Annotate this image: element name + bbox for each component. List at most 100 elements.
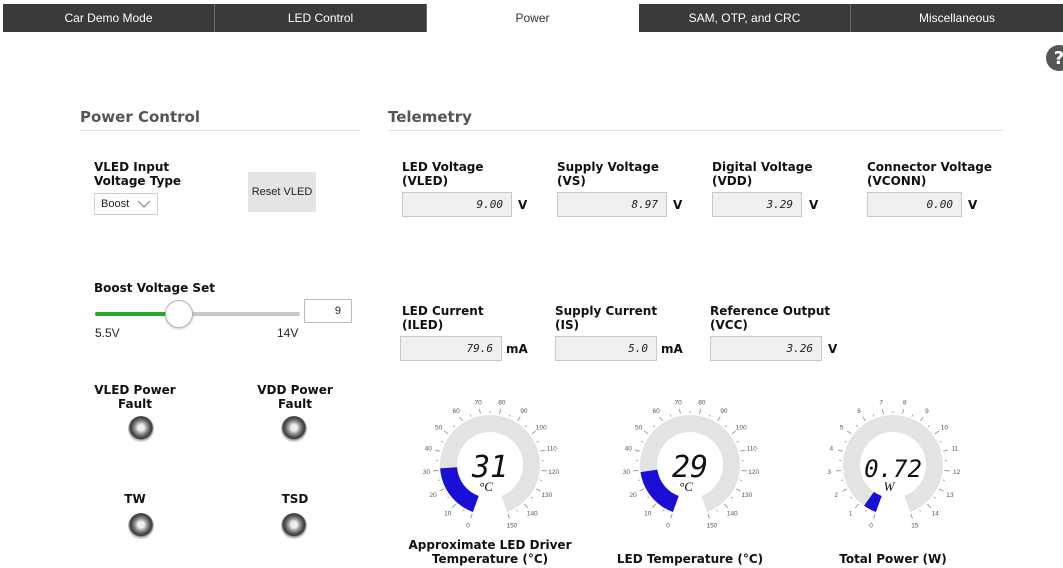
gauge-tick [847, 430, 852, 435]
tab-led-control[interactable]: LED Control [215, 4, 427, 32]
connector-voltage-readout: 0.00 [867, 192, 962, 217]
led-voltage-readout: 9.00 [402, 192, 512, 217]
supply-voltage-unit: V [673, 198, 683, 212]
gauge-tick [524, 503, 528, 509]
boost-max-label: 14V [277, 326, 299, 340]
tab-miscellaneous[interactable]: Miscellaneous [851, 4, 1063, 32]
telemetry-title: Telemetry [388, 108, 472, 126]
gauge-tick [716, 509, 718, 512]
gauge-tick-label: 20 [430, 492, 438, 499]
gauge-tick [927, 503, 931, 509]
gauge-tick [539, 479, 542, 481]
gauge-tick-label: 0 [466, 523, 470, 530]
voltage-type-value: Boost [101, 198, 130, 210]
gauge-tick-label: 100 [736, 424, 747, 431]
gauge-tick [633, 470, 639, 472]
gauge-tick [653, 425, 656, 428]
gauge-tick-label: 6 [857, 408, 861, 415]
gauge-tick [708, 414, 711, 417]
gauge-tick [850, 496, 853, 499]
gauge-tick-label: 13 [946, 492, 954, 499]
gauge-tick-label: 30 [623, 469, 631, 476]
gauge-tick-label: 100 [536, 424, 547, 431]
gauge-tick [841, 479, 844, 481]
reference-output-readout: 3.26 [710, 336, 822, 361]
gauge-tick-label: 140 [727, 511, 738, 518]
tab-bar: Car Demo Mode LED Control Power SAM, OTP… [3, 4, 1063, 32]
led-driver-temperature-gauge: 010203040506070 809010011012013014015031°… [423, 400, 560, 530]
gauge-tick-label: 120 [548, 469, 559, 476]
slider-thumb[interactable] [165, 300, 194, 328]
digital-voltage-readout: 3.29 [712, 192, 802, 217]
gauge-tick [499, 408, 501, 414]
gauge-tick-label: 4 [829, 446, 833, 453]
gauge-tick [659, 416, 663, 422]
reset-vled-button[interactable]: Reset VLED [248, 172, 316, 212]
digital-voltage-label: Digital Voltage (VDD) [712, 160, 813, 188]
voltage-type-select[interactable]: Boost [94, 193, 158, 215]
reference-output-label: Reference Output (VCC) [710, 304, 831, 332]
gauge-tick [862, 416, 866, 422]
supply-voltage-label: Supply Voltage (VS) [557, 160, 660, 188]
gauge-tick [873, 513, 876, 519]
gauge-tick-label: 90 [720, 408, 728, 415]
gauge-tick [939, 488, 944, 492]
gauge-tick-label: 80 [698, 400, 706, 407]
power-control-title: Power Control [80, 108, 200, 126]
boost-min-label: 5.5V [95, 326, 120, 340]
gauge-tick [902, 408, 904, 414]
tab-car-demo-mode[interactable]: Car Demo Mode [3, 4, 215, 32]
gauge-unit: W [884, 479, 896, 494]
gauge-tick-label: 0 [869, 523, 873, 530]
gauge-tick-label: 80 [498, 400, 506, 407]
gauge-tick [452, 503, 456, 509]
help-icon[interactable]: ? [1046, 45, 1063, 71]
digital-voltage-unit: V [809, 198, 819, 212]
gauge-tick [837, 449, 843, 452]
gauge-tick [453, 425, 456, 428]
tab-power[interactable]: Power [427, 4, 639, 32]
gauge-tick [531, 430, 536, 435]
gauge-tick [679, 408, 681, 414]
gauge-tick [662, 509, 664, 512]
gauge-tick [536, 440, 539, 443]
gauge-tick [470, 513, 473, 519]
boost-voltage-input[interactable]: 9 [304, 299, 352, 323]
gauge-tick [652, 503, 656, 509]
gauge-tick [438, 479, 441, 481]
gauge-tick-label: 0 [666, 523, 670, 530]
gauge-tick-label: 2 [834, 492, 838, 499]
gauge-tick [479, 408, 481, 414]
input-type-label: VLED Input Voltage Type [94, 160, 182, 188]
gauge-tick-label: 40 [625, 446, 633, 453]
gauge-tick-label: 15 [911, 523, 919, 530]
gauge-tick [844, 440, 847, 443]
total-power-gauge: 01234567 891011121314150.72W [828, 400, 961, 530]
supply-current-unit: mA [661, 342, 683, 356]
gauge-tick-label: 30 [423, 469, 431, 476]
gauge-tick [644, 430, 649, 435]
gauge-tick [508, 414, 511, 417]
gauge-tick [516, 509, 518, 512]
gauge-tick-label: 150 [706, 523, 717, 530]
gauge-tick [717, 416, 721, 422]
led-voltage-label: LED Voltage (VLED) [402, 160, 484, 188]
gauge-tick [910, 513, 913, 519]
vdd-fault-indicator [281, 416, 307, 442]
supply-voltage-readout: 8.97 [557, 192, 667, 217]
tab-sam-otp-crc[interactable]: SAM, OTP, and CRC [639, 4, 851, 32]
gauge-tick-label: 40 [425, 446, 433, 453]
supply-current-readout: 5.0 [555, 336, 657, 361]
gauge-tick [517, 416, 521, 422]
boost-voltage-slider[interactable] [95, 300, 300, 328]
tw-indicator [128, 513, 154, 539]
gauge-tick-label: 5 [840, 424, 844, 431]
total-power-caption: Total Power (W) [839, 552, 947, 566]
gauge-tick [724, 425, 727, 428]
gauge-tick [639, 488, 644, 492]
gauge-tick [939, 440, 942, 443]
gauge-tick [927, 425, 930, 428]
gauge-tick [669, 414, 672, 417]
gauge-tick [933, 496, 936, 499]
gauge-tick [444, 430, 449, 435]
